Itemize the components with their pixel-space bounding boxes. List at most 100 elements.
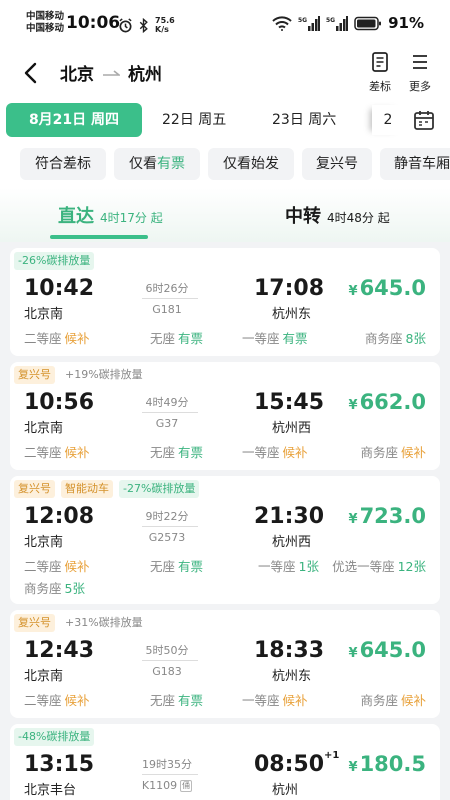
price-value: 645.0 bbox=[359, 276, 426, 300]
filter-chip-partial[interactable]: 静音车厢 bbox=[380, 148, 450, 180]
calendar-button[interactable] bbox=[412, 108, 436, 132]
seat-availability: 一等座 候补 bbox=[242, 690, 308, 709]
seat-status: 有票 bbox=[178, 693, 204, 708]
seat-class: 无座 bbox=[150, 559, 176, 574]
train-type-badge: 俑 bbox=[180, 780, 193, 792]
bluetooth-icon bbox=[139, 17, 148, 33]
seat-availability: 一等座 1张 bbox=[258, 556, 319, 575]
arrival-time: 18:33 bbox=[254, 638, 324, 663]
departure-station: 北京南 bbox=[24, 421, 64, 436]
seat-availability: 二等座 候补 bbox=[24, 442, 90, 461]
train-number-text: G183 bbox=[152, 665, 182, 678]
back-button[interactable] bbox=[18, 60, 44, 86]
trip-duration: 9时22分 bbox=[145, 510, 189, 523]
from-station: 北京 bbox=[60, 65, 94, 85]
train-card[interactable]: 复兴号 +19%碳排放量 10:56 北京南 4时49分 G37 15:45 杭州西 ¥662.… bbox=[10, 362, 440, 470]
seat-status: 候补 bbox=[64, 559, 90, 574]
active-tab-indicator bbox=[50, 235, 148, 239]
seat-availability: 二等座 候补 bbox=[24, 328, 90, 347]
seat-availability: 商务座 5张 bbox=[24, 578, 85, 597]
price-value: 645.0 bbox=[359, 638, 426, 662]
price-value: 723.0 bbox=[359, 504, 426, 528]
route-title[interactable]: 北京 杭州 bbox=[60, 60, 162, 85]
route-type-tabs: 直达 4时17分 起 中转 4时48分 起 bbox=[0, 188, 450, 242]
train-tags: 复兴号 +31%碳排放量 bbox=[14, 614, 147, 632]
svg-text:5G: 5G bbox=[326, 17, 335, 24]
next-day-indicator: +1 bbox=[324, 750, 340, 761]
arrival-station: 杭州 bbox=[272, 783, 299, 798]
filter-chip[interactable]: 符合差标 bbox=[20, 148, 106, 180]
date-bar: 8月21日 周四 22日 周五 23日 周六 2 bbox=[0, 98, 450, 142]
train-number: K1109 俑 bbox=[130, 779, 204, 792]
duration-line bbox=[142, 298, 198, 299]
arrival-time-text: 18:33 bbox=[254, 638, 325, 663]
more-button[interactable]: 更多 bbox=[402, 52, 438, 94]
seat-status: 候补 bbox=[64, 331, 90, 346]
yen-symbol: ¥ bbox=[348, 760, 358, 775]
seat-availability: 二等座 候补 bbox=[24, 690, 90, 709]
tab-transfer[interactable]: 中转 4时48分 起 bbox=[285, 202, 390, 228]
filter-chip[interactable]: 复兴号 bbox=[302, 148, 372, 180]
departure-station: 北京丰台 bbox=[24, 783, 77, 798]
arrival-time-text: 17:08 bbox=[254, 276, 325, 301]
filter-chip[interactable]: 仅看有票 bbox=[114, 148, 200, 180]
train-card[interactable]: 复兴号 智能动车 -27%碳排放量 12:08 北京南 9时22分 G2573 21:30 杭州… bbox=[10, 476, 440, 604]
seat-class: 一等座 bbox=[242, 693, 280, 708]
duration-line bbox=[142, 526, 198, 527]
carbon-tag: -26%碳排放量 bbox=[14, 252, 95, 270]
trip-duration: 4时49分 bbox=[145, 396, 189, 409]
seat-class: 二等座 bbox=[24, 445, 62, 460]
carrier-info: 中国移动 中国移动 bbox=[26, 11, 64, 35]
train-number: G183 bbox=[130, 665, 204, 678]
carbon-tag: +19%碳排放量 bbox=[65, 368, 143, 381]
train-card[interactable]: -48%碳排放量 13:15 北京丰台 19时35分 K1109 俑 08:50+1 杭州 ¥1… bbox=[10, 724, 440, 800]
seat-class: 一等座 bbox=[242, 331, 280, 346]
departure-time: 10:42 bbox=[24, 276, 95, 301]
seat-class: 商务座 bbox=[360, 693, 398, 708]
price-value: 662.0 bbox=[359, 390, 426, 414]
battery-icon bbox=[354, 16, 382, 30]
seat-status: 有票 bbox=[178, 331, 204, 346]
train-card[interactable]: 复兴号 +31%碳排放量 12:43 北京南 5时50分 G183 18:33 杭州东 ¥645… bbox=[10, 610, 440, 718]
date-chip-partial[interactable]: 2 bbox=[372, 105, 404, 135]
tab-direct[interactable]: 直达 4时17分 起 bbox=[58, 202, 163, 228]
seat-status: 8张 bbox=[405, 331, 426, 346]
seat-status: 候补 bbox=[400, 445, 426, 460]
carbon-tag: +31%碳排放量 bbox=[65, 616, 143, 629]
status-right: 5G 5G 91% bbox=[272, 14, 424, 32]
seat-status: 1张 bbox=[298, 559, 319, 574]
status-bar: 中国移动 中国移动 10:06 75.6 K/s 5G 5G 91% bbox=[0, 0, 450, 48]
seat-class: 优选一等座 bbox=[332, 559, 395, 574]
clock: 10:06 bbox=[66, 13, 121, 33]
fuxing-tag: 复兴号 bbox=[14, 480, 55, 498]
yen-symbol: ¥ bbox=[348, 398, 358, 413]
fuxing-tag: 复兴号 bbox=[14, 366, 55, 384]
date-chip[interactable]: 23日 周六 bbox=[272, 103, 336, 137]
train-card[interactable]: -26%碳排放量 10:42 北京南 6时26分 G181 17:08 杭州东 ¥645.0 二… bbox=[10, 248, 440, 356]
train-number-text: G2573 bbox=[148, 531, 186, 544]
date-chip[interactable]: 22日 周五 bbox=[162, 103, 226, 137]
train-number: G181 bbox=[130, 303, 204, 316]
train-number: G2573 bbox=[130, 531, 204, 544]
arrival-time: 15:45 bbox=[254, 390, 324, 415]
seat-availability: 一等座 有票 bbox=[242, 328, 308, 347]
arrival-station: 杭州西 bbox=[272, 535, 312, 550]
document-icon bbox=[372, 52, 388, 72]
status-icons: 75.6 K/s bbox=[118, 16, 175, 34]
filter-chip[interactable]: 仅看始发 bbox=[208, 148, 294, 180]
duration-line bbox=[142, 412, 198, 413]
smart-train-tag: 智能动车 bbox=[61, 480, 113, 498]
ticket-price: ¥662.0 bbox=[349, 390, 426, 414]
filter-standard-button[interactable]: 差标 bbox=[362, 52, 398, 94]
seat-status: 12张 bbox=[397, 559, 426, 574]
train-number-text: G37 bbox=[155, 417, 179, 430]
seat-status: 候补 bbox=[282, 445, 308, 460]
arrival-time: 08:50+1 bbox=[254, 750, 340, 777]
trip-duration: 19时35分 bbox=[142, 758, 192, 771]
filter-bar: 符合差标 仅看有票 仅看始发 复兴号 静音车厢 bbox=[0, 142, 450, 188]
date-chip-active[interactable]: 8月21日 周四 bbox=[6, 103, 142, 137]
seat-status: 候补 bbox=[64, 445, 90, 460]
seat-class: 二等座 bbox=[24, 693, 62, 708]
train-number-text: K1109 bbox=[141, 779, 178, 792]
seat-availability: 商务座 候补 bbox=[360, 442, 426, 461]
